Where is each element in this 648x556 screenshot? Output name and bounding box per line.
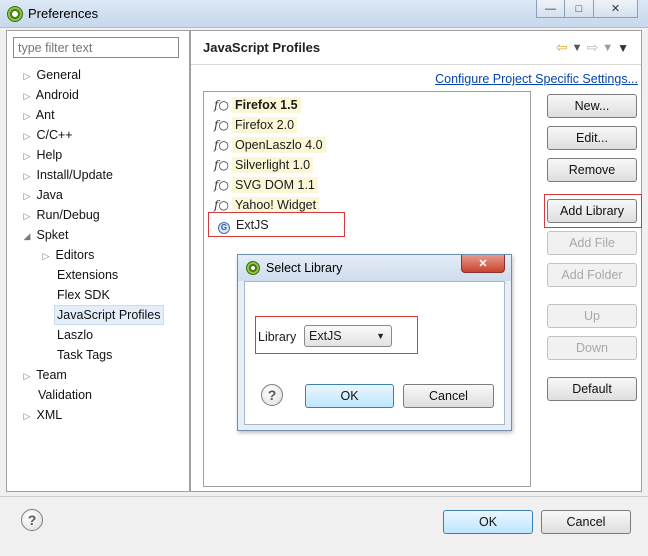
preference-tree-panel: ▷ General ▷ Android ▷ Ant ▷ C/C++ ▷ Help… — [6, 30, 190, 492]
tree-item-c-cpp[interactable]: ▷ C/C++ — [21, 125, 73, 145]
ok-button[interactable]: OK — [443, 510, 533, 534]
preferences-window: Preferences — □ ✕ ▷ General ▷ Android ▷ … — [0, 0, 648, 556]
tree-item-spket[interactable]: ◢ Spket — [21, 225, 69, 246]
history-nav: ⇦ ▼ ⇨ ▼ ▼ — [556, 39, 629, 56]
dialog-body: Library ExtJS ▼ ? OK Cancel — [244, 281, 505, 425]
close-button[interactable]: ✕ — [594, 0, 638, 18]
tree-item-ant[interactable]: ▷ Ant — [21, 105, 55, 125]
expand-arrow-icon[interactable]: ▷ — [21, 206, 33, 226]
eclipse-icon — [7, 6, 23, 22]
add-file-button[interactable]: Add File — [547, 231, 637, 255]
header-divider — [191, 64, 641, 65]
function-icon: f○ — [214, 118, 229, 132]
edit-button[interactable]: Edit... — [547, 126, 637, 150]
expand-arrow-icon[interactable]: ▷ — [21, 366, 33, 386]
expand-arrow-icon[interactable]: ▷ — [21, 406, 33, 426]
eclipse-icon — [246, 261, 260, 275]
tree-item-extensions[interactable]: Extensions — [57, 265, 118, 285]
forward-arrow-icon[interactable]: ⇨ — [586, 39, 598, 56]
help-icon[interactable]: ? — [21, 509, 43, 531]
select-library-dialog: Select Library ✕ Library ExtJS ▼ ? OK Ca… — [237, 254, 512, 431]
configure-project-settings-link[interactable]: Configure Project Specific Settings... — [435, 72, 638, 86]
maximize-button[interactable]: □ — [565, 0, 594, 18]
function-icon: f○ — [214, 98, 229, 112]
tree-item-help[interactable]: ▷ Help — [21, 145, 63, 166]
list-item[interactable]: f○ SVG DOM 1.1 — [214, 175, 318, 195]
list-item[interactable]: f○ Silverlight 1.0 — [214, 155, 314, 175]
expand-arrow-icon[interactable]: ▷ — [40, 246, 52, 266]
expand-arrow-icon[interactable]: ▷ — [21, 106, 33, 126]
function-icon: f○ — [214, 138, 229, 152]
tree-item-install-update[interactable]: ▷ Install/Update — [21, 165, 113, 185]
library-select[interactable]: ExtJS ▼ — [304, 325, 392, 347]
filter-input[interactable] — [13, 37, 179, 58]
tree-item-javascript-profiles[interactable]: JavaScript Profiles — [54, 305, 164, 325]
tree-item-xml[interactable]: ▷ XML — [21, 405, 63, 426]
list-item[interactable]: f○ Firefox 2.0 — [214, 115, 298, 135]
expand-arrow-icon[interactable]: ▷ — [21, 126, 33, 146]
highlight-box-extjs — [208, 212, 345, 237]
remove-button[interactable]: Remove — [547, 158, 637, 182]
dialog-close-button[interactable]: ✕ — [461, 255, 505, 273]
up-button[interactable]: Up — [547, 304, 637, 328]
help-icon[interactable]: ? — [261, 384, 283, 406]
list-item[interactable]: f○ Firefox 1.5 — [214, 95, 301, 115]
add-library-button[interactable]: Add Library — [547, 199, 637, 223]
expand-arrow-icon[interactable]: ▷ — [21, 186, 33, 206]
library-label: Library — [258, 330, 297, 344]
tree-item-general[interactable]: ▷ General — [21, 65, 81, 85]
expand-arrow-icon[interactable]: ▷ — [21, 86, 33, 106]
page-title: JavaScript Profiles — [203, 40, 321, 55]
down-button[interactable]: Down — [547, 336, 637, 360]
minimize-button[interactable]: — — [536, 0, 565, 18]
caption-buttons: — □ ✕ — [536, 0, 638, 18]
default-button[interactable]: Default — [547, 377, 637, 401]
window-title: Preferences — [28, 6, 99, 21]
add-folder-button[interactable]: Add Folder — [547, 263, 637, 287]
expand-arrow-icon[interactable]: ▷ — [21, 166, 33, 186]
tree-item-java[interactable]: ▷ Java — [21, 185, 63, 205]
function-icon: f○ — [214, 178, 229, 192]
tree-item-run-debug[interactable]: ▷ Run/Debug — [21, 205, 100, 225]
dialog-cancel-button[interactable]: Cancel — [403, 384, 494, 408]
tree-item-android[interactable]: ▷ Android — [21, 85, 79, 105]
tree-item-flex-sdk[interactable]: Flex SDK — [57, 285, 110, 305]
list-item[interactable]: f○ OpenLaszlo 4.0 — [214, 135, 326, 155]
collapse-arrow-icon[interactable]: ◢ — [21, 226, 33, 246]
expand-arrow-icon[interactable]: ▷ — [21, 146, 33, 166]
tree-item-editors[interactable]: ▷ Editors — [40, 245, 95, 266]
function-icon: f○ — [214, 158, 229, 172]
cancel-button[interactable]: Cancel — [541, 510, 631, 534]
dialog-title-bar: Select Library ✕ — [238, 255, 511, 281]
view-menu-icon[interactable]: ▼ — [617, 41, 629, 55]
tree-item-team[interactable]: ▷ Team — [21, 365, 67, 385]
dialog-title: Select Library — [266, 261, 343, 275]
dialog-ok-button[interactable]: OK — [305, 384, 394, 408]
title-bar: Preferences — □ ✕ — [0, 0, 648, 28]
back-arrow-icon[interactable]: ⇦ — [556, 39, 568, 56]
tree-item-task-tags[interactable]: Task Tags — [57, 345, 112, 365]
chevron-down-icon: ▼ — [376, 331, 385, 341]
tree-item-laszlo[interactable]: Laszlo — [57, 325, 93, 345]
forward-menu-icon[interactable]: ▼ — [602, 42, 613, 54]
expand-arrow-icon[interactable]: ▷ — [21, 66, 33, 86]
tree-item-validation[interactable]: Validation — [38, 385, 92, 405]
new-button[interactable]: New... — [547, 94, 637, 118]
back-menu-icon[interactable]: ▼ — [572, 42, 583, 54]
footer-divider — [0, 496, 648, 497]
